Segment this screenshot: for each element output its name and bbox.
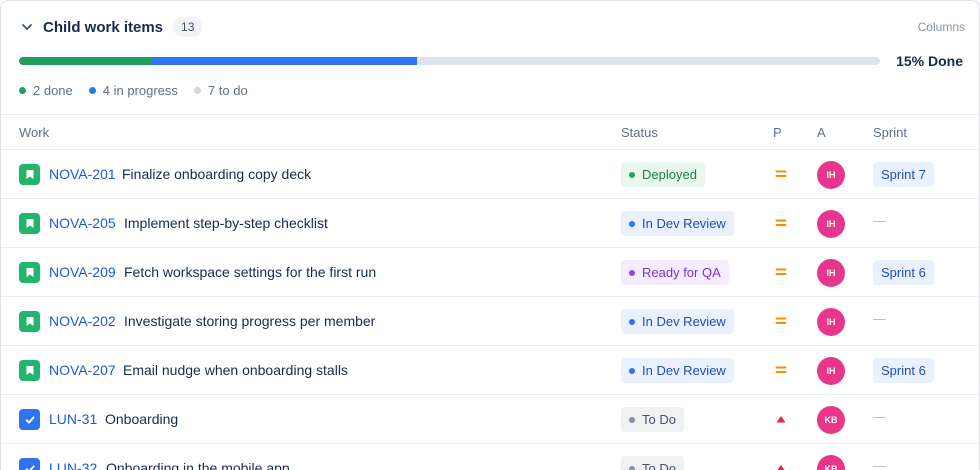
story-bookmark-icon <box>19 311 40 332</box>
column-header-assignee[interactable]: A <box>817 125 826 140</box>
legend-in-progress-label: 4 in progress <box>102 83 178 98</box>
percent-done-label: 15% Done <box>896 53 963 69</box>
panel-title: Child work items <box>43 18 164 36</box>
sprint-empty: — <box>873 409 886 424</box>
status-lozenge[interactable]: Deployed <box>621 162 705 187</box>
column-header-priority[interactable]: P <box>773 125 782 140</box>
work-item-summary[interactable]: Fetch workspace settings for the first r… <box>124 264 376 280</box>
work-item-summary[interactable]: Onboarding <box>105 411 178 427</box>
child-work-items-panel: Child work items 13 Columns 15% Done 2 d… <box>0 0 980 470</box>
columns-button[interactable]: Columns <box>918 20 965 34</box>
progress-legend: 2 done 4 in progress 7 to do <box>19 83 264 98</box>
panel-header: Child work items 13 Columns <box>19 15 965 39</box>
table-row[interactable]: NOVA-207 Email nudge when onboarding stal… <box>1 345 979 394</box>
sprint-tag[interactable]: Sprint 7 <box>873 162 934 187</box>
work-item-key-link[interactable]: LUN-31 <box>49 411 97 427</box>
work-item-summary[interactable]: Onboarding in the mobile app <box>106 460 290 470</box>
work-item-key-link[interactable]: NOVA-207 <box>49 362 116 378</box>
legend-todo: 7 to do <box>193 83 248 98</box>
assignee-avatar[interactable]: IH <box>817 210 845 238</box>
table-row[interactable]: LUN-31 Onboarding To Do KB — <box>1 394 979 443</box>
sprint-tag[interactable]: Sprint 6 <box>873 358 934 383</box>
work-item-key-link[interactable]: NOVA-202 <box>49 313 116 329</box>
table-row[interactable]: LUN-32 Onboarding in the mobile app To Do K… <box>1 443 979 470</box>
table-row[interactable]: NOVA-209 Fetch workspace settings for the… <box>1 247 979 296</box>
legend-todo-label: 7 to do <box>207 83 248 98</box>
status-label: Deployed <box>642 167 697 182</box>
sprint-empty: — <box>873 213 886 228</box>
status-dot-icon <box>629 367 635 374</box>
status-lozenge[interactable]: In Dev Review <box>621 211 734 236</box>
column-header-status[interactable]: Status <box>621 125 658 140</box>
assignee-avatar[interactable]: IH <box>817 308 845 336</box>
done-dot-icon <box>19 87 26 94</box>
legend-done-label: 2 done <box>33 83 73 98</box>
legend-done: 2 done <box>19 83 73 98</box>
story-bookmark-icon <box>19 164 40 185</box>
priority-medium-icon[interactable] <box>775 266 787 278</box>
status-dot-icon <box>629 220 635 227</box>
status-label: Ready for QA <box>642 265 721 280</box>
story-bookmark-icon <box>19 262 40 283</box>
status-lozenge[interactable]: In Dev Review <box>621 358 734 383</box>
table-row[interactable]: NOVA-205 Implement step-by-step checklist… <box>1 198 979 247</box>
status-dot-icon <box>629 416 635 423</box>
status-lozenge[interactable]: To Do <box>621 407 684 432</box>
work-item-key-link[interactable]: LUN-32 <box>49 460 97 470</box>
work-item-summary[interactable]: Email nudge when onboarding stalls <box>123 362 348 378</box>
assignee-avatar[interactable]: IH <box>817 161 845 189</box>
column-header-sprint[interactable]: Sprint <box>873 125 907 140</box>
priority-medium-icon[interactable] <box>775 168 787 180</box>
status-label: In Dev Review <box>642 216 726 231</box>
table-row[interactable]: NOVA-202 Investigate storing progress per… <box>1 296 979 345</box>
story-bookmark-icon <box>19 360 40 381</box>
item-count-badge: 13 <box>173 17 203 37</box>
status-label: In Dev Review <box>642 363 726 378</box>
status-dot-icon <box>629 318 635 325</box>
task-checkbox-icon <box>19 409 40 430</box>
in-progress-dot-icon <box>88 87 96 94</box>
work-item-summary[interactable]: Implement step-by-step checklist <box>124 215 328 231</box>
status-dot-icon <box>629 465 635 470</box>
column-header-work[interactable]: Work <box>19 125 49 140</box>
work-items-table: NOVA-201 Finalize onboarding copy deck Dep… <box>1 149 979 470</box>
work-item-key-link[interactable]: NOVA-205 <box>49 215 116 231</box>
legend-in-progress: 4 in progress <box>88 83 178 98</box>
work-item-key-link[interactable]: NOVA-209 <box>49 264 116 280</box>
priority-high-icon[interactable] <box>775 413 787 425</box>
assignee-avatar[interactable]: IH <box>817 357 845 385</box>
progress-row: 15% Done <box>19 53 963 69</box>
assignee-avatar[interactable]: KB <box>817 455 845 470</box>
story-bookmark-icon <box>19 213 40 234</box>
assignee-avatar[interactable]: IH <box>817 259 845 287</box>
work-item-key-link[interactable]: NOVA-201 <box>49 166 116 182</box>
status-label: To Do <box>642 461 676 470</box>
work-item-summary[interactable]: Investigate storing progress per member <box>124 313 375 329</box>
status-label: To Do <box>642 412 676 427</box>
header-divider <box>1 114 979 115</box>
priority-high-icon[interactable] <box>775 462 787 470</box>
status-dot-icon <box>629 269 635 276</box>
progress-in-progress-segment <box>151 57 417 65</box>
sprint-empty: — <box>873 311 886 326</box>
chevron-down-icon[interactable] <box>19 19 35 35</box>
progress-done-segment <box>19 57 152 65</box>
status-dot-icon <box>629 171 635 178</box>
status-lozenge[interactable]: Ready for QA <box>621 260 729 285</box>
work-item-summary[interactable]: Finalize onboarding copy deck <box>122 166 311 182</box>
table-row[interactable]: NOVA-201 Finalize onboarding copy deck Dep… <box>1 149 979 198</box>
sprint-tag[interactable]: Sprint 6 <box>873 260 934 285</box>
priority-medium-icon[interactable] <box>775 217 787 229</box>
sprint-empty: — <box>873 458 886 470</box>
assignee-avatar[interactable]: KB <box>817 406 845 434</box>
task-checkbox-icon <box>19 458 40 470</box>
progress-bar <box>19 57 880 65</box>
priority-medium-icon[interactable] <box>775 315 787 327</box>
status-lozenge[interactable]: In Dev Review <box>621 309 734 334</box>
status-label: In Dev Review <box>642 314 726 329</box>
todo-dot-icon <box>193 87 201 94</box>
priority-medium-icon[interactable] <box>775 364 787 376</box>
status-lozenge[interactable]: To Do <box>621 456 684 470</box>
